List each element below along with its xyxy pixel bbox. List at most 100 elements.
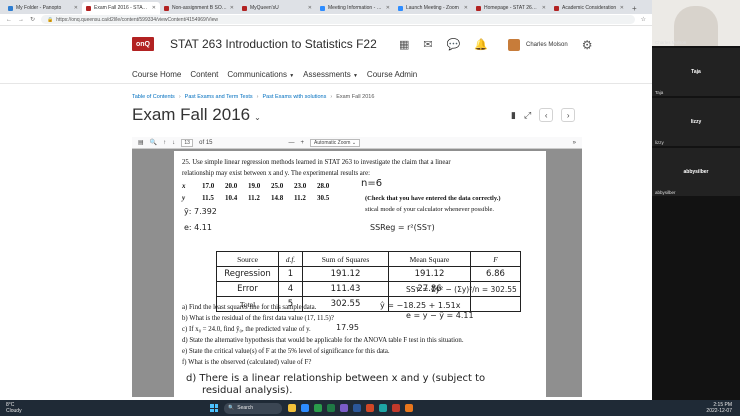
close-icon[interactable]: ✕ xyxy=(386,5,390,11)
nav-course-admin[interactable]: Course Admin xyxy=(367,70,417,79)
forward-arrow-icon[interactable]: → xyxy=(18,17,24,23)
participant-tile[interactable]: abbysilber abbysilber xyxy=(652,148,740,196)
browser-tab[interactable]: MyQueen'sU ✕ xyxy=(238,2,316,14)
powerpoint-icon[interactable] xyxy=(366,404,374,412)
tab-favicon xyxy=(320,5,325,11)
table-header-row: Source d.f. Sum of Squares Mean Square F xyxy=(216,251,521,267)
back-arrow-icon[interactable]: ← xyxy=(6,17,12,23)
fullscreen-icon[interactable]: ⤢ xyxy=(524,110,531,121)
star-icon[interactable]: ☆ xyxy=(641,16,646,23)
close-icon[interactable]: ✕ xyxy=(230,5,234,11)
tab-favicon xyxy=(398,5,403,11)
participant-tile[interactable]: Taja Taja xyxy=(652,48,740,96)
zoom-out-icon[interactable]: — xyxy=(289,140,295,146)
browser-tab[interactable]: Launch Meeting - Zoom ✕ xyxy=(394,2,472,14)
zoom-app-icon[interactable] xyxy=(301,404,309,412)
breadcrumb-link[interactable]: Table of Contents xyxy=(132,94,175,100)
close-icon[interactable]: ✕ xyxy=(464,5,468,11)
taskbar-search[interactable]: 🔍 Search xyxy=(224,402,282,414)
zoom-in-icon[interactable]: + xyxy=(301,140,305,146)
word-icon[interactable] xyxy=(353,404,361,412)
question-e: e) State the critical value(s) of F at t… xyxy=(182,348,390,355)
check-note: (Check that you have entered the data co… xyxy=(365,195,501,202)
excel-icon[interactable] xyxy=(327,404,335,412)
edge-icon[interactable] xyxy=(379,404,387,412)
y-value: 11.2 xyxy=(248,194,260,202)
nav-communications[interactable]: Communications ▼ xyxy=(227,70,294,79)
x-value: 28.0 xyxy=(317,182,330,190)
url-field[interactable]: 🔒 https://onq.queensu.ca/d2l/le/content/… xyxy=(41,15,635,24)
system-clock[interactable]: 2:15 PM 2022-12-07 xyxy=(706,402,740,414)
breadcrumb: Table of Contents › Past Exams and Term T… xyxy=(132,94,374,100)
chevron-down-icon[interactable]: ⌄ xyxy=(254,113,261,122)
bell-icon[interactable]: 🔔 xyxy=(474,38,488,51)
breadcrumb-link[interactable]: Past Exams and Term Tests xyxy=(185,94,253,100)
sidebar-toggle-icon[interactable]: ▤ xyxy=(138,139,144,146)
browser-tab[interactable]: Homepage - STAT 263 Int ✕ xyxy=(472,2,550,14)
onq-logo[interactable]: onQ xyxy=(132,37,154,51)
weather-widget[interactable]: 8°C Cloudy xyxy=(0,402,210,414)
url-text: https://onq.queensu.ca/d2l/le/content/59… xyxy=(56,16,218,23)
browser-tab[interactable]: Academic Consideration ✕ xyxy=(550,2,628,14)
find-icon[interactable]: 🔍 xyxy=(150,139,157,146)
close-icon[interactable]: ✕ xyxy=(620,5,624,11)
reload-icon[interactable]: ↻ xyxy=(30,16,35,23)
question-f: f) What is the observed (calculated) val… xyxy=(182,359,312,366)
previous-topic-button[interactable]: ‹ xyxy=(539,108,554,122)
table-header: Sum of Squares xyxy=(302,251,389,267)
zoom-select[interactable]: Automatic Zoom ⌄ xyxy=(310,138,361,147)
pdf-viewer: ▤ 🔍 ↑ ↓ 13 of 15 — + Automatic Zoom ⌄ » … xyxy=(132,137,582,397)
tab-title: Launch Meeting - Zoom xyxy=(406,5,459,11)
question-a: a) Find the least squares line for this … xyxy=(182,304,317,311)
chrome-icon[interactable] xyxy=(314,404,322,412)
close-icon[interactable]: ✕ xyxy=(542,5,546,11)
tools-menu-icon[interactable]: » xyxy=(573,140,576,146)
page-up-icon[interactable]: ↑ xyxy=(163,140,166,146)
header-icons: ▦ ✉ 💬 🔔 xyxy=(399,38,488,51)
table-cell: Error xyxy=(216,281,279,297)
self-video-tile[interactable]: Charles Molson xyxy=(652,0,740,46)
file-explorer-icon[interactable] xyxy=(288,404,296,412)
user-menu[interactable]: Charles Molson ⚙ xyxy=(508,38,592,52)
mail-icon[interactable]: ✉ xyxy=(423,38,432,51)
app-icon[interactable] xyxy=(392,404,400,412)
participant-tile[interactable]: lizzy lizzy xyxy=(652,98,740,146)
bookmark-icon[interactable]: ▮ xyxy=(511,110,516,121)
y-value: 11.5 xyxy=(202,194,214,202)
y-value: 11.2 xyxy=(294,194,306,202)
table-header: Mean Square xyxy=(388,251,471,267)
tab-favicon xyxy=(554,5,559,11)
lms-header: onQ STAT 263 Introduction to Statistics … xyxy=(0,26,652,66)
close-icon[interactable]: ✕ xyxy=(74,5,78,11)
x-value: 20.0 xyxy=(225,182,238,190)
handwritten-b: e = y − ŷ = 4.11 xyxy=(406,311,474,320)
tab-favicon xyxy=(86,5,91,11)
nav-content[interactable]: Content xyxy=(190,70,218,79)
course-title[interactable]: STAT 263 Introduction to Statistics F22 xyxy=(170,37,377,51)
browser-tab-active[interactable]: Exam Fall 2016 - STAT 263 ✕ xyxy=(82,2,160,14)
grid-icon[interactable]: ▦ xyxy=(399,38,409,51)
nav-course-home[interactable]: Course Home xyxy=(132,70,181,79)
page-number-input[interactable]: 13 xyxy=(181,138,194,147)
page-down-icon[interactable]: ↓ xyxy=(172,140,175,146)
taskbar-apps xyxy=(288,404,413,412)
close-icon[interactable]: ✕ xyxy=(152,5,156,11)
windows-start-icon[interactable] xyxy=(210,404,218,412)
firefox-icon[interactable] xyxy=(405,404,413,412)
table-cell: 4 xyxy=(278,281,303,297)
next-topic-button[interactable]: › xyxy=(561,108,576,122)
chat-icon[interactable]: 💬 xyxy=(447,38,461,51)
gear-icon[interactable]: ⚙ xyxy=(582,38,593,52)
tab-title: Meeting Information - Zoo xyxy=(328,5,383,11)
nav-assessments[interactable]: Assessments ▼ xyxy=(303,70,358,79)
new-tab-plus-icon[interactable]: + xyxy=(628,4,641,14)
y-value: 14.8 xyxy=(271,194,284,202)
breadcrumb-link[interactable]: Past Exams with solutions xyxy=(262,94,326,100)
page-title[interactable]: Exam Fall 2016 ⌄ xyxy=(132,105,261,125)
app-icon[interactable] xyxy=(340,404,348,412)
close-icon[interactable]: ✕ xyxy=(308,5,312,11)
browser-tab-strip: My Folder - Panopto ✕ Exam Fall 2016 - ST… xyxy=(0,0,652,14)
browser-tab[interactable]: Non-assignment B SOLUTI ✕ xyxy=(160,2,238,14)
browser-tab[interactable]: My Folder - Panopto ✕ xyxy=(4,2,82,14)
browser-tab[interactable]: Meeting Information - Zoo ✕ xyxy=(316,2,394,14)
